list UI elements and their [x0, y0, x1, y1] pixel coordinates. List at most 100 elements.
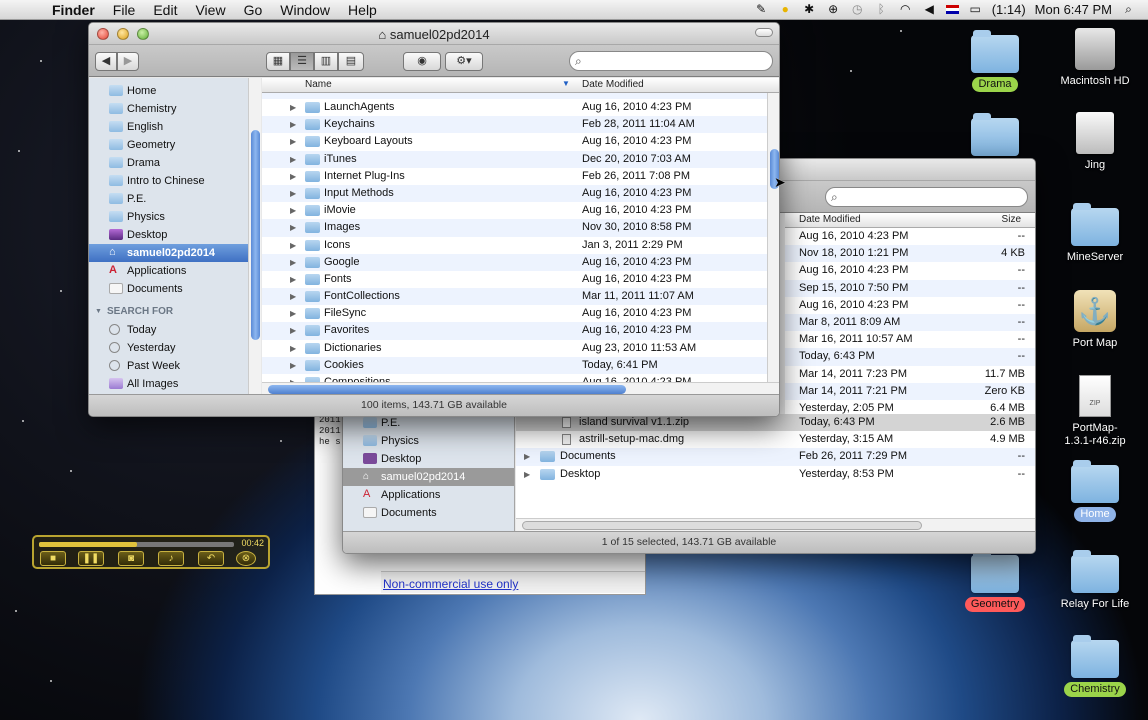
toolbar-toggle-button[interactable] — [755, 28, 773, 37]
action-menu-button[interactable]: ⚙▾ — [445, 52, 483, 71]
sidebar-item-home[interactable]: Home — [89, 82, 260, 100]
camera-button[interactable]: ◙ — [118, 551, 144, 566]
menu-app-finder[interactable]: Finder — [44, 2, 105, 18]
list-item[interactable]: Today, 6:43 PM -- — [785, 348, 1035, 366]
disclosure-triangle-icon[interactable]: ▶ — [290, 168, 296, 185]
disclosure-triangle-icon[interactable]: ▶ — [524, 466, 530, 483]
desktop-icon-home[interactable]: Home — [1050, 460, 1140, 522]
search-field[interactable]: ⌕ — [569, 51, 773, 71]
list-item[interactable]: ▶ Desktop Yesterday, 8:53 PM -- — [516, 466, 1035, 483]
desktop-icon-mineserver[interactable]: MineServer — [1050, 203, 1140, 265]
disclosure-triangle-icon[interactable]: ▶ — [290, 133, 296, 150]
pause-button[interactable]: ❚❚ — [78, 551, 104, 566]
menu-clock[interactable]: Mon 6:47 PM — [1035, 2, 1112, 17]
table-row[interactable]: ▶ Images Nov 30, 2010 8:58 PM — [262, 219, 779, 237]
disclosure-triangle-icon[interactable]: ▶ — [290, 185, 296, 202]
disclosure-triangle-icon[interactable]: ▶ — [290, 202, 296, 219]
disclosure-triangle-icon[interactable]: ▶ — [290, 237, 296, 254]
coverflow-view-button[interactable]: ▤ — [338, 52, 364, 71]
table-row[interactable]: ▶ Internet Plug-Ins Feb 26, 2011 7:08 PM — [262, 168, 779, 185]
horizontal-scrollbar[interactable] — [516, 518, 1035, 532]
disclosure-triangle-icon[interactable]: ▶ — [290, 271, 296, 288]
sort-descending-icon[interactable]: ▼ — [562, 79, 570, 88]
list-item[interactable]: Aug 16, 2010 4:23 PM -- — [785, 297, 1035, 314]
disclosure-triangle-icon[interactable]: ▶ — [290, 288, 296, 305]
table-row[interactable]: ▶ Fonts Aug 16, 2010 4:23 PM — [262, 271, 779, 288]
disclosure-triangle-icon[interactable]: ▶ — [290, 116, 296, 133]
non-commercial-link[interactable]: Non-commercial use only — [383, 577, 518, 591]
list-item[interactable]: Aug 16, 2010 4:23 PM -- — [785, 262, 1035, 279]
vertical-scrollbar[interactable] — [767, 93, 779, 382]
sidebar-item-desktop[interactable]: Desktop — [89, 226, 260, 244]
back-search-field[interactable]: ⌕ — [825, 187, 1028, 207]
horizontal-scroll-thumb[interactable] — [268, 385, 626, 394]
table-row[interactable]: ▶ LaunchAgents Aug 16, 2010 4:23 PM — [262, 99, 779, 116]
menu-help[interactable]: Help — [340, 2, 387, 18]
list-item[interactable]: Mar 14, 2011 7:23 PM 11.7 MB — [785, 366, 1035, 383]
column-date-modified[interactable]: Date Modified — [799, 214, 861, 225]
undo-button[interactable]: ↶ — [198, 551, 224, 566]
sidebar-scroll-thumb[interactable] — [251, 130, 260, 340]
sidebar-item-desktop[interactable]: Desktop — [343, 450, 514, 468]
forward-button[interactable]: ▶ — [117, 52, 139, 71]
sidebar-item-chemistry[interactable]: Chemistry — [89, 100, 260, 118]
jing-sun-icon[interactable]: ● — [778, 3, 793, 16]
sidebar-item-drama[interactable]: Drama — [89, 154, 260, 172]
disclosure-triangle-icon[interactable]: ▶ — [290, 322, 296, 339]
script-menu-icon[interactable]: ✎ — [754, 3, 769, 16]
desktop-icon-relay-for-life[interactable]: Relay For Life — [1050, 550, 1140, 612]
sidebar-item-applications[interactable]: A Applications — [89, 262, 260, 280]
window-titlebar[interactable]: ⌂ samuel02pd2014 — [89, 23, 779, 45]
table-row[interactable]: ▶ Favorites Aug 16, 2010 4:23 PM — [262, 322, 779, 340]
list-item[interactable]: Mar 16, 2011 10:57 AM -- — [785, 331, 1035, 348]
spotlight-icon[interactable]: ⌕ — [1121, 3, 1136, 16]
menu-edit[interactable]: Edit — [145, 2, 187, 18]
sidebar-item-today[interactable]: Today — [89, 321, 260, 339]
desktop-icon-macintosh-hd[interactable]: Macintosh HD — [1050, 28, 1140, 89]
quick-look-button[interactable]: ◉ — [403, 52, 441, 71]
desktop-icon-geometry[interactable]: Geometry — [950, 550, 1040, 612]
desktop-icon-port-map[interactable]: ⚓ Port Map — [1050, 290, 1140, 351]
disclosure-triangle-icon[interactable]: ▶ — [290, 151, 296, 168]
column-header[interactable]: Name ▼ Date Modified — [262, 78, 779, 93]
list-item[interactable]: Aug 16, 2010 4:23 PM -- — [785, 228, 1035, 245]
disclosure-triangle-icon[interactable]: ▶ — [290, 254, 296, 271]
desktop-icon-folder[interactable] — [950, 113, 1040, 156]
table-row[interactable]: ▶ iTunes Dec 20, 2010 7:03 AM — [262, 150, 779, 168]
sidebar-item-documents[interactable]: Documents — [343, 504, 514, 522]
list-item[interactable]: Nov 18, 2010 1:21 PM 4 KB — [785, 245, 1035, 263]
sidebar-item-physics[interactable]: Physics — [89, 208, 260, 226]
menu-window[interactable]: Window — [272, 2, 340, 18]
sidebar-scrollbar[interactable] — [248, 78, 261, 396]
finder-window[interactable]: ⌂ samuel02pd2014 ◀ ▶ ▦ ☰ ▥ ▤ ◉ ⚙▾ ⌕ Home… — [88, 22, 780, 417]
list-item[interactable]: ▶ Documents Feb 26, 2011 7:29 PM -- — [516, 448, 1035, 466]
sidebar-item-pe[interactable]: P.E. — [89, 190, 260, 208]
list-item[interactable]: Mar 8, 2011 8:09 AM -- — [785, 313, 1035, 332]
time-machine-icon[interactable]: ◷ — [850, 3, 865, 16]
volume-icon[interactable]: ◀ — [922, 3, 937, 16]
battery-time[interactable]: (1:14) — [992, 2, 1026, 17]
flag-input-icon[interactable] — [945, 5, 959, 14]
menu-go[interactable]: Go — [236, 2, 273, 18]
list-item[interactable]: astrill-setup-mac.dmg Yesterday, 3:15 AM… — [516, 431, 1035, 448]
menu-view[interactable]: View — [187, 2, 235, 18]
back-button[interactable]: ◀ — [95, 52, 117, 71]
table-row[interactable]: ▶ FontCollections Mar 11, 2011 11:07 AM — [262, 288, 779, 306]
cancel-button[interactable]: ⊗ — [236, 551, 256, 566]
microphone-button[interactable]: ♪ — [158, 551, 184, 566]
disclosure-triangle-icon[interactable]: ▶ — [290, 357, 296, 374]
icon-view-button[interactable]: ▦ — [266, 52, 290, 71]
playback-progress[interactable] — [39, 542, 234, 547]
table-row[interactable]: ▶ Cookies Today, 6:41 PM — [262, 356, 779, 374]
table-row[interactable]: ▶ Keychains Feb 28, 2011 11:04 AM — [262, 116, 779, 134]
scroll-thumb[interactable] — [522, 521, 922, 530]
list-item[interactable]: Sep 15, 2010 7:50 PM -- — [785, 279, 1035, 297]
column-view-button[interactable]: ▥ — [314, 52, 338, 71]
menu-file[interactable]: File — [105, 2, 146, 18]
column-name[interactable]: Name — [305, 79, 332, 90]
connect-icon[interactable]: ⊕ — [826, 3, 841, 16]
table-row[interactable]: ▶ FileSync Aug 16, 2010 4:23 PM — [262, 305, 779, 322]
sidebar-item-samuel02pd2014[interactable]: ⌂ samuel02pd2014 — [89, 244, 260, 262]
table-row[interactable]: ▶ Icons Jan 3, 2011 2:29 PM — [262, 237, 779, 254]
bluetooth-icon[interactable]: ᛒ — [874, 3, 889, 16]
